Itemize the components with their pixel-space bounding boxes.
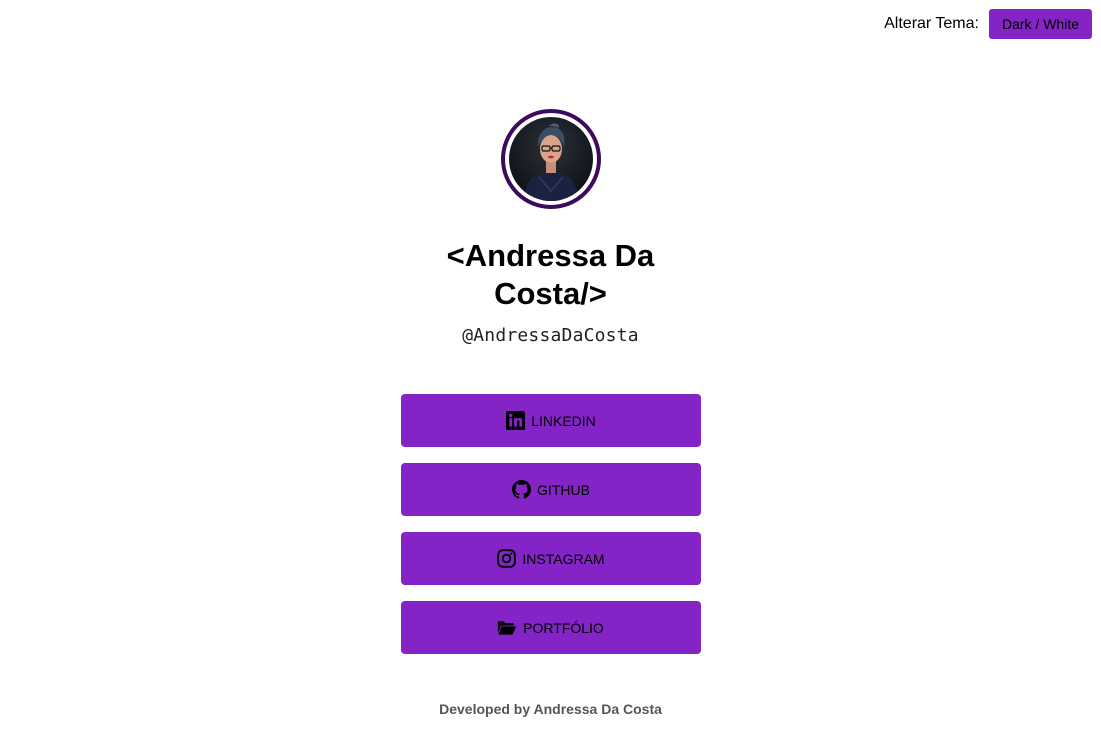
instagram-icon: [496, 549, 516, 569]
linkedin-icon: [505, 411, 525, 431]
portfolio-label: PORTFÓLIO: [523, 619, 604, 636]
github-icon: [511, 480, 531, 500]
avatar-image: [508, 117, 593, 201]
instagram-button[interactable]: INSTAGRAM: [400, 532, 701, 585]
folder-open-icon: [497, 618, 517, 638]
profile-handle: @AndressaDaCosta: [462, 325, 639, 346]
theme-toggle-button[interactable]: Dark / White: [988, 9, 1092, 39]
profile-name: <Andressa Da Costa/>: [446, 238, 655, 311]
footer-credit: Developed by Andressa Da Costa: [439, 701, 662, 717]
linkedin-button[interactable]: LINKEDIN: [400, 394, 701, 447]
linkedin-label: LINKEDIN: [531, 412, 596, 429]
profile-card: <Andressa Da Costa/> @AndressaDaCosta LI…: [0, 109, 1101, 654]
github-label: GITHUB: [537, 481, 590, 498]
theme-bar: Alterar Tema: Dark / White: [884, 9, 1092, 39]
github-button[interactable]: GITHUB: [400, 463, 701, 516]
avatar: [500, 109, 601, 209]
page: Alterar Tema: Dark / White <Andressa Da …: [0, 0, 1101, 732]
portfolio-button[interactable]: PORTFÓLIO: [400, 601, 701, 654]
instagram-label: INSTAGRAM: [522, 550, 605, 567]
links-list: LINKEDIN GITHUB INSTAGRAM PORTFÓLIO: [400, 394, 701, 654]
theme-label: Alterar Tema:: [884, 15, 979, 32]
